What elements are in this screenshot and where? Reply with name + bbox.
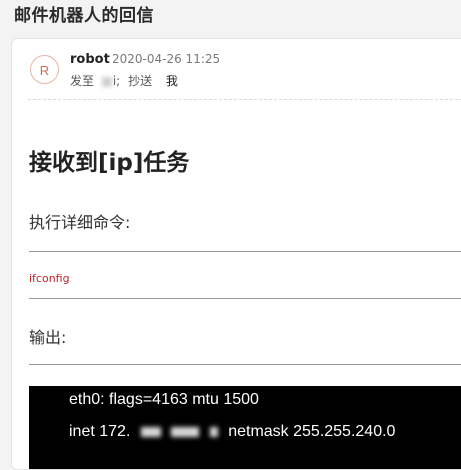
cc-recipient[interactable]: 我 [166, 74, 178, 88]
output-line-netmask: netmask 255.255.240.0 [228, 423, 396, 440]
recipients-line: 发至 i; 抄送 我 [70, 72, 182, 89]
mail-heading: 接收到[ip]任务 [29, 150, 190, 176]
redacted-ip [140, 426, 161, 437]
to-label: 发至 [70, 74, 95, 88]
to-recipient[interactable]: i; [113, 74, 120, 88]
output-label: 输出: [29, 328, 67, 347]
output-block: eth0: flags=4163 mtu 1500 inet 172. netm… [29, 386, 461, 469]
output-line: eth0: flags=4163 mtu 1500 [69, 391, 259, 408]
page-title: 邮件机器人的回信 [14, 6, 154, 26]
mail-timestamp: 2020-04-26 11:25 [112, 52, 221, 66]
sender-avatar[interactable]: R [30, 55, 59, 84]
sender-name[interactable]: robot [70, 52, 110, 67]
header-divider [28, 99, 461, 100]
redacted-recipient [101, 76, 112, 87]
divider-line [29, 298, 461, 299]
divider-line [29, 364, 461, 365]
redacted-ip [171, 426, 200, 437]
divider-line [29, 251, 461, 252]
output-line-ip-prefix: inet 172. [69, 423, 131, 440]
cc-label: 抄送 [128, 74, 153, 88]
mail-card: R robot 2020-04-26 11:25 发至 i; 抄送 我 接收到[… [11, 38, 461, 470]
command-text: ifconfig [29, 272, 70, 285]
redacted-ip [209, 426, 218, 437]
command-label: 执行详细命令: [29, 213, 131, 232]
output-line-2: inet 172. netmask 255.255.240.0 [69, 423, 395, 441]
